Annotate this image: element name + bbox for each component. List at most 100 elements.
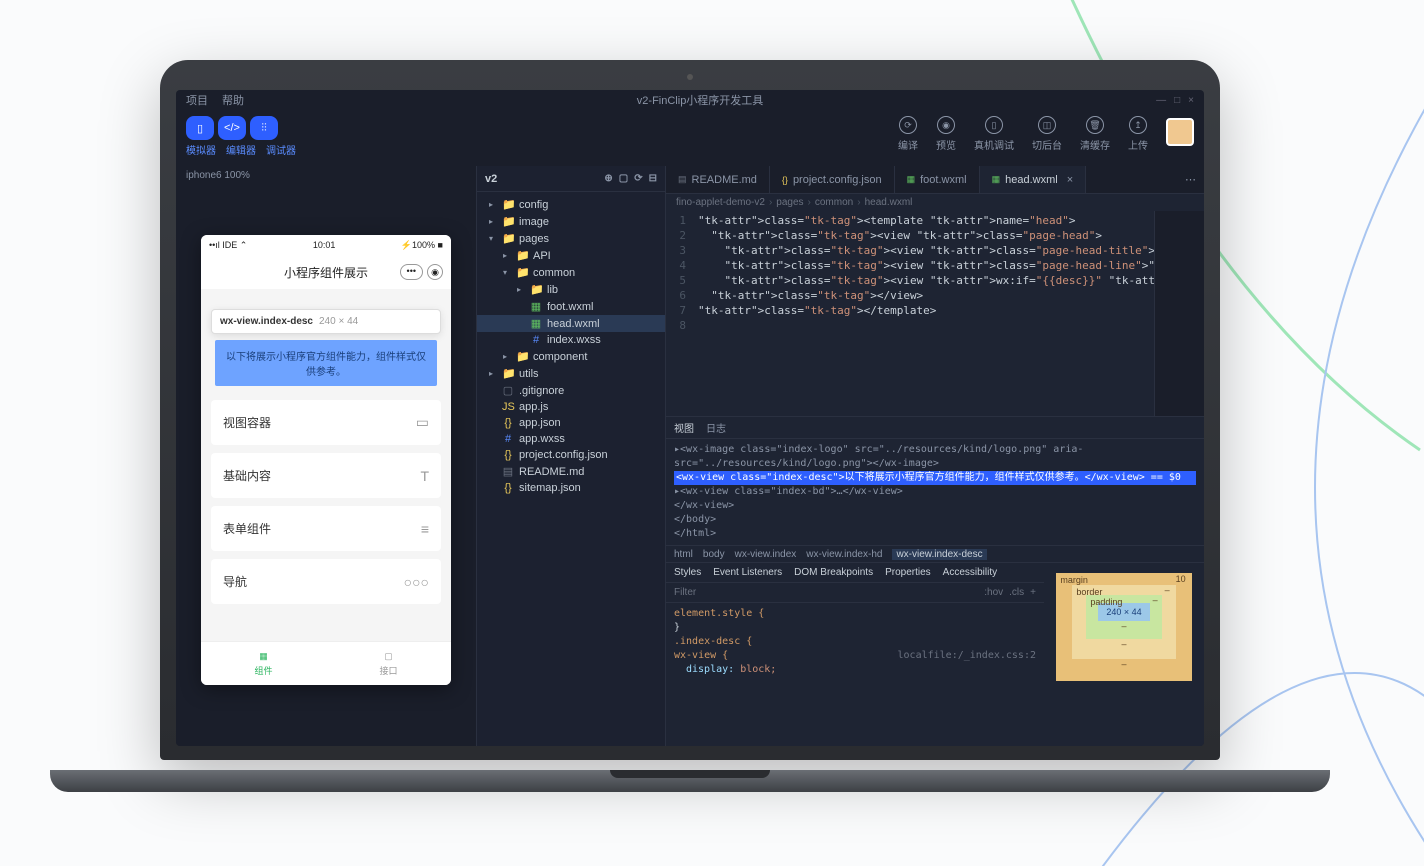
- inspector-tooltip: wx-view.index-desc240 × 44: [211, 309, 441, 334]
- styles-tab[interactable]: Properties: [885, 567, 931, 578]
- dom-path: html body wx-view.index wx-view.index-hd wx-…: [666, 545, 1204, 563]
- file-node[interactable]: ▢.gitignore: [477, 382, 665, 399]
- toolbar: ▯ </> ⫶⫶ 模拟器 编辑器 调试器 ⟳编译 ◉预览 ▯真机调试 ◫切后台: [176, 110, 1204, 166]
- mode-simulator-button[interactable]: ▯: [186, 116, 214, 140]
- dom-path-item[interactable]: wx-view.index-desc: [892, 549, 986, 560]
- capsule-close-icon[interactable]: ◉: [427, 264, 443, 280]
- hov-toggle[interactable]: :hov: [984, 587, 1003, 598]
- styles-panel[interactable]: element.style {}.index-desc {</span></di…: [666, 603, 1044, 746]
- device-info: iphone6 100%: [176, 166, 476, 185]
- breadcrumb-item[interactable]: common: [815, 197, 853, 208]
- box-model: margin10 border– padding– 240 × 44 – – –: [1044, 563, 1204, 746]
- devtools-tab-view[interactable]: 视图: [674, 420, 694, 435]
- remote-debug-button[interactable]: ▯真机调试: [974, 116, 1014, 152]
- menubar: 项目 帮助 v2-FinClip小程序开发工具 — □ ×: [176, 90, 1204, 110]
- window-controls: — □ ×: [1156, 95, 1194, 106]
- clear-cache-button[interactable]: 🗑清缓存: [1080, 116, 1110, 152]
- dom-path-item[interactable]: wx-view.index: [735, 549, 797, 560]
- app-title: v2-FinClip小程序开发工具: [637, 92, 764, 108]
- dom-path-item[interactable]: body: [703, 549, 725, 560]
- editor-tab[interactable]: ▦head.wxml×: [980, 166, 1087, 193]
- dom-selected-node[interactable]: <wx-view class="index-desc">以下将展示小程序官方组件…: [674, 471, 1196, 485]
- folder-node[interactable]: ▸📁API: [477, 247, 665, 264]
- menu-project[interactable]: 项目: [186, 92, 208, 108]
- mode-simulator-label: 模拟器: [186, 142, 216, 157]
- mode-debugger-button[interactable]: ⫶⫶: [250, 116, 278, 140]
- list-item[interactable]: 表单组件≡: [211, 506, 441, 551]
- styles-tab[interactable]: DOM Breakpoints: [794, 567, 873, 578]
- folder-node[interactable]: ▸📁component: [477, 348, 665, 365]
- maximize-icon[interactable]: □: [1174, 95, 1180, 106]
- phone-statusbar: ••ıl IDE ⌃ 10:01 ⚡100% ■: [201, 235, 451, 255]
- cls-toggle[interactable]: .cls: [1009, 587, 1024, 598]
- breadcrumbs: fino-applet-demo-v2›pages›common›head.wx…: [666, 194, 1204, 211]
- file-node[interactable]: #index.wxss: [477, 332, 665, 348]
- styles-filter-input[interactable]: Filter: [674, 587, 696, 598]
- editor-tab[interactable]: ▤README.md: [666, 166, 770, 193]
- devtools: 视图 日志 ▸<wx-image class="index-logo" src=…: [666, 416, 1204, 746]
- file-explorer: v2 ⊕ ▢ ⟳ ⊟ ▸📁config▸📁image▾📁pages▸📁API▾📁…: [476, 166, 666, 746]
- laptop-base: [50, 770, 1330, 792]
- simulator-panel: iphone6 100% ••ıl IDE ⌃ 10:01 ⚡100% ■ 小程…: [176, 166, 476, 746]
- folder-node[interactable]: ▸📁image: [477, 213, 665, 230]
- file-node[interactable]: #app.wxss: [477, 431, 665, 447]
- styles-tab[interactable]: Event Listeners: [713, 567, 782, 578]
- close-icon[interactable]: ×: [1188, 95, 1194, 106]
- dom-tree[interactable]: ▸<wx-image class="index-logo" src="../re…: [666, 439, 1204, 545]
- folder-node[interactable]: ▸📁lib: [477, 281, 665, 298]
- mode-debugger-label: 调试器: [266, 142, 296, 157]
- list-item[interactable]: 视图容器▭: [211, 400, 441, 445]
- list-item[interactable]: 基础内容T: [211, 453, 441, 498]
- mode-editor-button[interactable]: </>: [218, 116, 246, 140]
- close-tab-icon[interactable]: ×: [1067, 174, 1073, 186]
- user-avatar[interactable]: [1166, 118, 1194, 146]
- folder-node[interactable]: ▸📁config: [477, 196, 665, 213]
- code-editor[interactable]: 12345678 "tk-attr">class="tk-tag"><templ…: [666, 211, 1204, 416]
- devtools-tab-log[interactable]: 日志: [706, 420, 726, 435]
- preview-button[interactable]: ◉预览: [936, 116, 956, 152]
- compile-button[interactable]: ⟳编译: [898, 116, 918, 152]
- editor-tab[interactable]: ▦foot.wxml: [895, 166, 980, 193]
- navbar-title: 小程序组件展示: [284, 264, 368, 281]
- editor-tab[interactable]: {}project.config.json: [770, 166, 895, 193]
- menu-help[interactable]: 帮助: [222, 92, 244, 108]
- new-folder-icon[interactable]: ▢: [619, 173, 628, 184]
- minimap[interactable]: [1154, 211, 1204, 416]
- background-button[interactable]: ◫切后台: [1032, 116, 1062, 152]
- file-node[interactable]: {}project.config.json: [477, 447, 665, 463]
- file-node[interactable]: JSapp.js: [477, 399, 665, 415]
- breadcrumb-item[interactable]: fino-applet-demo-v2: [676, 197, 765, 208]
- add-rule-icon[interactable]: +: [1030, 587, 1036, 598]
- styles-tab[interactable]: Accessibility: [943, 567, 997, 578]
- file-node[interactable]: {}app.json: [477, 415, 665, 431]
- file-node[interactable]: ▦head.wxml: [477, 315, 665, 332]
- new-file-icon[interactable]: ⊕: [604, 173, 612, 184]
- folder-node[interactable]: ▾📁pages: [477, 230, 665, 247]
- breadcrumb-item[interactable]: pages: [776, 197, 803, 208]
- refresh-icon[interactable]: ⟳: [634, 173, 642, 184]
- phone-preview: ••ıl IDE ⌃ 10:01 ⚡100% ■ 小程序组件展示 ••• ◉: [201, 235, 451, 685]
- minimize-icon[interactable]: —: [1156, 95, 1166, 106]
- file-node[interactable]: ▤README.md: [477, 463, 665, 480]
- collapse-icon[interactable]: ⊟: [649, 173, 657, 184]
- highlighted-element[interactable]: 以下将展示小程序官方组件能力，组件样式仅供参考。: [215, 340, 437, 386]
- laptop-frame: 项目 帮助 v2-FinClip小程序开发工具 — □ × ▯ </> ⫶⫶: [160, 60, 1220, 780]
- capsule-more-icon[interactable]: •••: [400, 264, 423, 280]
- styles-tab[interactable]: Styles: [674, 567, 701, 578]
- tab-api[interactable]: ▢接口: [326, 642, 451, 685]
- dom-path-item[interactable]: wx-view.index-hd: [806, 549, 882, 560]
- upload-button[interactable]: ↥上传: [1128, 116, 1148, 152]
- tabs-overflow-icon[interactable]: ⋯: [1177, 173, 1204, 186]
- folder-node[interactable]: ▾📁common: [477, 264, 665, 281]
- phone-tabbar: ▦组件 ▢接口: [201, 641, 451, 685]
- breadcrumb-item[interactable]: head.wxml: [865, 197, 913, 208]
- file-node[interactable]: ▦foot.wxml: [477, 298, 665, 315]
- dom-path-item[interactable]: html: [674, 549, 693, 560]
- list-item[interactable]: 导航○○○: [211, 559, 441, 604]
- chip-icon: ▢: [384, 651, 393, 662]
- tab-component[interactable]: ▦组件: [201, 642, 326, 685]
- file-node[interactable]: {}sitemap.json: [477, 480, 665, 496]
- ide-window: 项目 帮助 v2-FinClip小程序开发工具 — □ × ▯ </> ⫶⫶: [176, 90, 1204, 746]
- phone-navbar: 小程序组件展示 ••• ◉: [201, 255, 451, 289]
- folder-node[interactable]: ▸📁utils: [477, 365, 665, 382]
